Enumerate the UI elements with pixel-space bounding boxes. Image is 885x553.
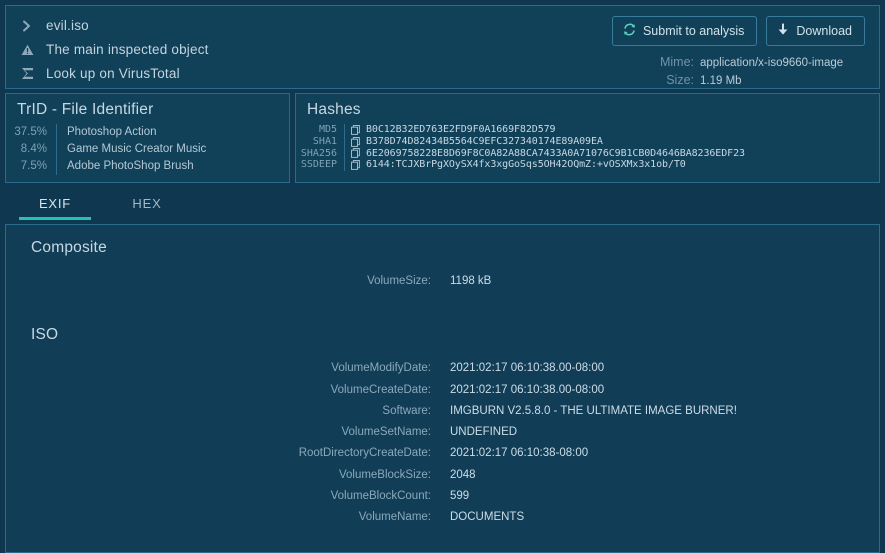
table-row: VolumeSize: 1198 kB bbox=[6, 275, 879, 296]
chevron-right-icon bbox=[19, 18, 35, 34]
trid-card: TrID - File Identifier 37.5% Photoshop A… bbox=[5, 93, 290, 183]
exif-key-volumeblocksize: VolumeBlockSize: bbox=[338, 468, 431, 481]
hash-value-wrap: 6144:TCJXBrPgXOySX4fx3xgGoSqs5OH42OQmZ:+… bbox=[344, 159, 686, 172]
list-item: SSDEEP 6144:TCJXBrPgXOySX4fx3xgGoSqs5OH4… bbox=[296, 159, 879, 172]
exif-value-volumecreatedate: 2021:02:17 06:10:38.00-08:00 bbox=[450, 383, 605, 396]
exif-value-volumename: DOCUMENTS bbox=[450, 511, 525, 524]
exif-key-rootdirectorycreatedate: RootDirectoryCreateDate: bbox=[298, 447, 431, 460]
mime-value: application/x-iso9660-image bbox=[700, 56, 844, 69]
trid-percent: 8.4% bbox=[20, 143, 47, 155]
hash-value-ssdeep: 6144:TCJXBrPgXOySX4fx3xgGoSqs5OH42OQmZ:+… bbox=[366, 159, 686, 171]
warning-triangle-icon bbox=[19, 42, 35, 58]
exif-key-volumesize: VolumeSize: bbox=[367, 275, 431, 287]
file-header-panel: evil.iso The main inspected object Look … bbox=[5, 5, 880, 89]
virustotal-label: Look up on VirusTotal bbox=[46, 66, 180, 81]
exif-value-volumemodifydate: 2021:02:17 06:10:38.00-08:00 bbox=[450, 362, 605, 375]
inspected-object-label: The main inspected object bbox=[46, 42, 209, 57]
table-row: VolumeName: DOCUMENTS bbox=[6, 511, 879, 532]
table-row: VolumeModifyDate: 2021:02:17 06:10:38.00… bbox=[6, 362, 879, 383]
submit-to-analysis-label: Submit to analysis bbox=[642, 23, 745, 38]
exif-value-software: IMGBURN V2.5.8.0 - THE ULTIMATE IMAGE BU… bbox=[450, 404, 737, 417]
size-row: Size: 1.19 Mb bbox=[612, 73, 865, 87]
file-actions-area: Submit to analysis Download Mime: applic… bbox=[611, 6, 879, 88]
info-cards-row: TrID - File Identifier 37.5% Photoshop A… bbox=[5, 93, 880, 183]
tab-exif[interactable]: EXIF bbox=[19, 196, 91, 220]
exif-panel: Composite VolumeSize: 1198 kB ISO Volume… bbox=[5, 224, 880, 553]
table-row: VolumeSetName: UNDEFINED bbox=[6, 426, 879, 447]
trid-name: Game Music Creator Music bbox=[56, 141, 289, 158]
table-row: VolumeBlockSize: 2048 bbox=[6, 469, 879, 490]
submit-to-analysis-button[interactable]: Submit to analysis bbox=[611, 16, 758, 46]
download-button[interactable]: Download bbox=[766, 16, 865, 46]
list-item: 7.5% Adobe PhotoShop Brush bbox=[6, 158, 289, 175]
table-row: Software: IMGBURN V2.5.8.0 - THE ULTIMAT… bbox=[6, 405, 879, 426]
copy-icon[interactable] bbox=[351, 148, 360, 159]
table-row: RootDirectoryCreateDate: 2021:02:17 06:1… bbox=[6, 447, 879, 468]
file-summary-list: evil.iso The main inspected object Look … bbox=[6, 6, 209, 88]
file-analysis-page: evil.iso The main inspected object Look … bbox=[0, 0, 885, 553]
section-title-iso: ISO bbox=[31, 326, 59, 344]
hashes-list: MD5 B0C12B32ED763E2FD9F0A1669F82D579 SHA… bbox=[296, 124, 879, 172]
trid-name: Adobe PhotoShop Brush bbox=[56, 158, 289, 175]
hash-value-sha1: B378D74D82434B5564C9EFC327340174E89A09EA bbox=[366, 135, 603, 147]
hash-value-wrap: 6E2069758228E8D69F8C0A82A88CA7433A0A7107… bbox=[344, 147, 745, 160]
list-item: MD5 B0C12B32ED763E2FD9F0A1669F82D579 bbox=[296, 124, 879, 136]
hash-value-sha256: 6E2069758228E8D69F8C0A82A88CA7433A0A7107… bbox=[366, 147, 745, 159]
download-label: Download bbox=[796, 23, 852, 38]
table-row: VolumeCreateDate: 2021:02:17 06:10:38.00… bbox=[6, 384, 879, 405]
mime-label: Mime: bbox=[659, 54, 694, 69]
hash-label-md5: MD5 bbox=[318, 124, 337, 135]
exif-key-volumecreatedate: VolumeCreateDate: bbox=[330, 383, 431, 396]
table-row: VolumeBlockCount: 599 bbox=[6, 490, 879, 511]
virustotal-row[interactable]: Look up on VirusTotal bbox=[19, 65, 209, 82]
file-name-label: evil.iso bbox=[46, 18, 89, 33]
exif-rows-iso: VolumeModifyDate: 2021:02:17 06:10:38.00… bbox=[6, 354, 879, 532]
exif-value-volumesize: 1198 kB bbox=[450, 275, 492, 287]
list-item: 8.4% Game Music Creator Music bbox=[6, 141, 289, 158]
section-title-composite: Composite bbox=[31, 239, 107, 256]
exif-key-volumesetname: VolumeSetName: bbox=[341, 426, 432, 439]
virustotal-icon bbox=[19, 66, 35, 82]
list-item: SHA256 6E2069758228E8D69F8C0A82A88CA7433… bbox=[296, 147, 879, 160]
download-icon bbox=[777, 23, 789, 39]
exif-key-volumeblockcount: VolumeBlockCount: bbox=[330, 490, 431, 503]
trid-card-title: TrID - File Identifier bbox=[17, 101, 154, 118]
exif-value-volumeblocksize: 2048 bbox=[450, 468, 476, 481]
exif-key-software: Software: bbox=[382, 404, 431, 417]
copy-icon[interactable] bbox=[351, 160, 360, 171]
trid-percent: 37.5% bbox=[14, 126, 47, 138]
inspected-object-row: The main inspected object bbox=[19, 41, 209, 58]
exif-value-volumeblockcount: 599 bbox=[450, 490, 470, 503]
trid-list: 37.5% Photoshop Action 8.4% Game Music C… bbox=[6, 124, 289, 175]
copy-icon[interactable] bbox=[351, 136, 360, 147]
trid-name: Photoshop Action bbox=[56, 124, 289, 141]
size-label: Size: bbox=[666, 72, 694, 87]
exif-value-volumesetname: UNDEFINED bbox=[450, 426, 518, 439]
tab-hex[interactable]: HEX bbox=[111, 196, 183, 220]
hash-label-sha256: SHA256 bbox=[300, 147, 337, 159]
hash-label-sha1: SHA1 bbox=[312, 135, 337, 147]
exif-key-volumemodifydate: VolumeModifyDate: bbox=[331, 362, 431, 375]
content-tabs: EXIF HEX bbox=[5, 190, 880, 220]
list-item: 37.5% Photoshop Action bbox=[6, 124, 289, 141]
exif-key-volumename: VolumeName: bbox=[358, 511, 431, 524]
hash-value-wrap: B0C12B32ED763E2FD9F0A1669F82D579 bbox=[344, 124, 556, 136]
exif-rows-composite: VolumeSize: 1198 kB bbox=[6, 267, 879, 296]
list-item: SHA1 B378D74D82434B5564C9EFC327340174E89… bbox=[296, 135, 879, 148]
hash-value-md5: B0C12B32ED763E2FD9F0A1669F82D579 bbox=[366, 124, 556, 135]
hash-value-wrap: B378D74D82434B5564C9EFC327340174E89A09EA bbox=[344, 135, 603, 148]
file-name-row[interactable]: evil.iso bbox=[19, 17, 209, 34]
hashes-card-title: Hashes bbox=[307, 101, 361, 118]
trid-percent: 7.5% bbox=[20, 160, 47, 172]
mime-row: Mime: application/x-iso9660-image bbox=[612, 55, 865, 69]
exif-value-rootdirectorycreatedate: 2021:02:17 06:10:38-08:00 bbox=[450, 447, 589, 460]
hashes-card: Hashes MD5 B0C12B32ED763E2FD9F0A1669F82D… bbox=[295, 93, 880, 183]
action-buttons: Submit to analysis Download bbox=[611, 16, 865, 46]
refresh-icon bbox=[623, 23, 636, 39]
copy-icon[interactable] bbox=[351, 124, 360, 135]
hash-label-ssdeep: SSDEEP bbox=[300, 159, 337, 171]
size-value: 1.19 Mb bbox=[700, 74, 742, 87]
